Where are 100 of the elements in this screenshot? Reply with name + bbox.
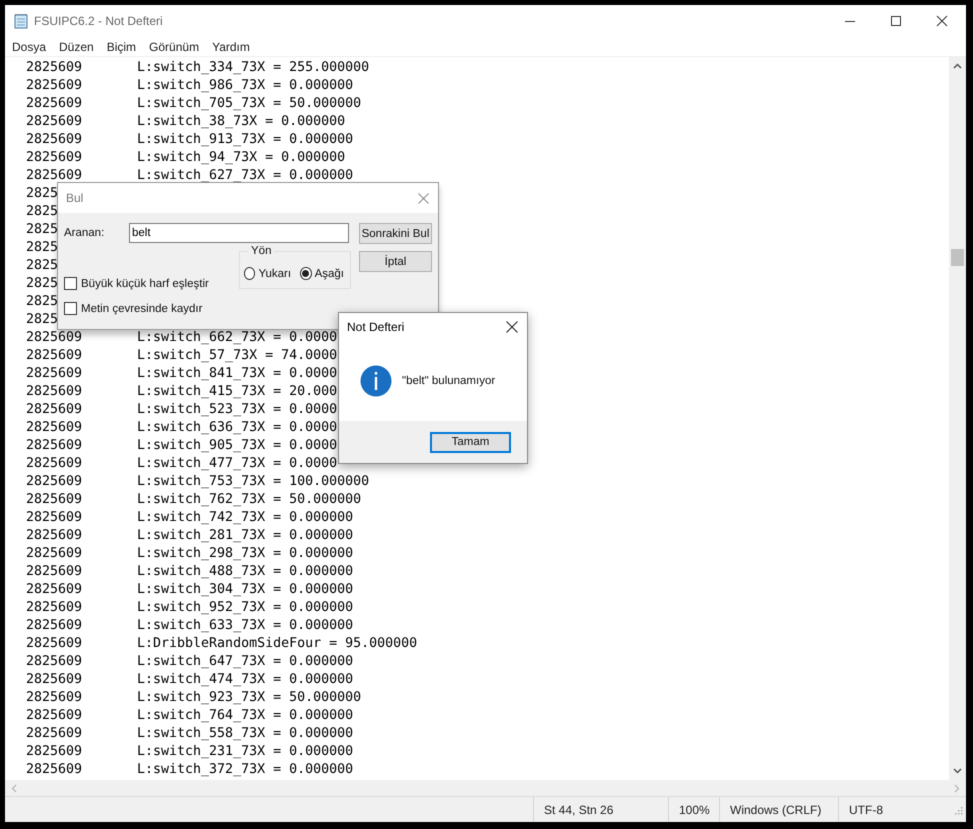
- line-number-text: 2825609: [26, 510, 82, 524]
- line-number-text: 2825609: [26, 600, 82, 614]
- dialog-title: Not Defteri: [347, 320, 404, 334]
- ok-button[interactable]: Tamam: [430, 432, 511, 452]
- info-icon: [360, 365, 392, 397]
- line-value-text: L:switch_298_73X = 0.000000: [137, 546, 354, 560]
- line-number-text: 2825609: [26, 744, 82, 758]
- line-number-text: 2825609: [26, 384, 82, 398]
- status-text: 100%: [668, 797, 719, 822]
- menu-item[interactable]: Düzen: [59, 40, 105, 54]
- menu-item[interactable]: Biçim: [106, 40, 148, 54]
- notepad-icon: [14, 13, 28, 29]
- line-value-text: L:switch_841_73X = 0.0000: [137, 366, 338, 380]
- line-number-text: 2825609: [26, 654, 82, 668]
- checkbox[interactable]: [64, 302, 77, 315]
- line-number-text: 2825609: [26, 168, 82, 182]
- line-number-text: 2825609: [26, 348, 82, 362]
- line-value-text: L:switch_705_73X = 50.000000: [137, 96, 362, 110]
- line-number-text: 2825609: [26, 672, 82, 686]
- vertical-scrollbar[interactable]: [949, 57, 966, 780]
- line-value-text: L:switch_94_73X = 0.000000: [137, 150, 346, 164]
- find-next-button[interactable]: Sonrakini Bul: [359, 223, 432, 244]
- line-number-text: 2825609: [26, 132, 82, 146]
- line-value-text: L:switch_986_73X = 0.000000: [137, 78, 354, 92]
- line-value-text: L:switch_281_73X = 0.000000: [137, 528, 354, 542]
- line-number-text: 2825609: [26, 402, 82, 416]
- cancel-button[interactable]: İptal: [359, 251, 432, 272]
- line-number-text: 2825: [26, 222, 58, 236]
- option-label: Metin çevresinde kaydır: [81, 302, 202, 314]
- line-value-text: L:switch_474_73X = 0.000000: [137, 672, 354, 686]
- line-value-text: L:switch_913_73X = 0.000000: [137, 132, 354, 146]
- radio-label: Yukarı: [258, 268, 292, 280]
- line-number-text: 2825609: [26, 330, 82, 344]
- line-value-text: L:switch_753_73X = 100.000000: [137, 474, 370, 488]
- group-label: Yön: [248, 245, 274, 257]
- line-number-text: 2825: [26, 294, 58, 308]
- line-number-text: 2825609: [26, 762, 82, 776]
- line-number-text: 2825: [26, 186, 58, 200]
- search-label: Aranan:: [64, 227, 106, 239]
- line-value-text: L:switch_38_73X = 0.000000: [137, 114, 346, 128]
- line-value-text: L:switch_488_73X = 0.000000: [137, 564, 354, 578]
- line-value-text: L:switch_762_73X = 50.000000: [137, 492, 362, 506]
- line-value-text: L:switch_231_73X = 0.000000: [137, 744, 354, 758]
- checkbox[interactable]: [64, 277, 77, 290]
- radio-button[interactable]: [300, 267, 312, 280]
- scroll-down-icon[interactable]: [953, 768, 962, 774]
- line-value-text: L:DribbleRandomSideFour = 95.000000: [137, 636, 418, 650]
- line-number-text: 2825: [26, 258, 58, 272]
- status-text: UTF-8: [838, 797, 933, 822]
- search-field[interactable]: belt: [129, 223, 349, 243]
- line-value-text: L:switch_477_73X = 0.0000: [137, 456, 338, 470]
- line-number-text: 2825609: [26, 456, 82, 470]
- option-label: Büyük küçük harf eşleştir: [81, 278, 209, 290]
- line-value-text: L:switch_742_73X = 0.000000: [137, 510, 354, 524]
- line-number-text: 2825609: [26, 528, 82, 542]
- line-number-text: 2825609: [26, 150, 82, 164]
- menu-item[interactable]: Görünüm: [149, 40, 210, 54]
- line-value-text: L:switch_764_73X = 0.000000: [137, 708, 354, 722]
- resize-grip-icon[interactable]: [953, 804, 963, 814]
- line-number-text: 2825609: [26, 438, 82, 452]
- status-text: Windows (CRLF): [719, 797, 838, 822]
- close-icon[interactable]: [936, 15, 948, 27]
- line-number-text: 2825609: [26, 726, 82, 740]
- window-title: FSUIPC6.2 - Not Defteri: [34, 14, 163, 28]
- line-value-text: L:switch_558_73X = 0.000000: [137, 726, 354, 740]
- line-number-text: 2825609: [26, 690, 82, 704]
- line-value-text: L:switch_304_73X = 0.000000: [137, 582, 354, 596]
- line-value-text: L:switch_57_73X = 74.0000: [137, 348, 338, 362]
- line-value-text: L:switch_523_73X = 0.0000: [137, 402, 338, 416]
- line-number-text: 2825609: [26, 60, 82, 74]
- scroll-thumb[interactable]: [951, 249, 964, 266]
- line-number-text: 2825609: [26, 114, 82, 128]
- dialog-title: Bul: [66, 191, 84, 205]
- line-value-text: L:switch_905_73X = 0.0000: [137, 438, 338, 452]
- line-number-text: 2825609: [26, 474, 82, 488]
- line-number-text: 2825: [26, 312, 58, 326]
- line-value-text: L:switch_647_73X = 0.000000: [137, 654, 354, 668]
- line-number-text: 2825609: [26, 708, 82, 722]
- line-value-text: L:switch_415_73X = 20.000: [137, 384, 338, 398]
- line-number-text: 2825609: [26, 420, 82, 434]
- line-value-text: L:switch_372_73X = 0.000000: [137, 762, 354, 776]
- line-number-text: 2825609: [26, 78, 82, 92]
- scroll-up-icon[interactable]: [953, 63, 962, 69]
- line-value-text: L:switch_952_73X = 0.000000: [137, 600, 354, 614]
- line-number-text: 2825609: [26, 546, 82, 560]
- radio-label: Aşağı: [314, 268, 344, 280]
- radio-button[interactable]: [244, 267, 256, 280]
- maximize-icon[interactable]: [890, 15, 902, 27]
- line-number-text: 2825609: [26, 366, 82, 380]
- menu-item[interactable]: Dosya: [12, 40, 58, 54]
- line-number-text: 2825609: [26, 582, 82, 596]
- line-number-text: 2825609: [26, 96, 82, 110]
- line-value-text: L:switch_662_73X = 0.0000: [137, 330, 338, 344]
- close-icon[interactable]: [506, 321, 518, 333]
- line-number-text: 2825609: [26, 636, 82, 650]
- line-number-text: 2825609: [26, 492, 82, 506]
- menu-item[interactable]: Yardım: [212, 40, 261, 54]
- line-number-text: 2825609: [26, 564, 82, 578]
- line-value-text: L:switch_334_73X = 255.000000: [137, 60, 370, 74]
- line-number-text: 2825609: [26, 618, 82, 632]
